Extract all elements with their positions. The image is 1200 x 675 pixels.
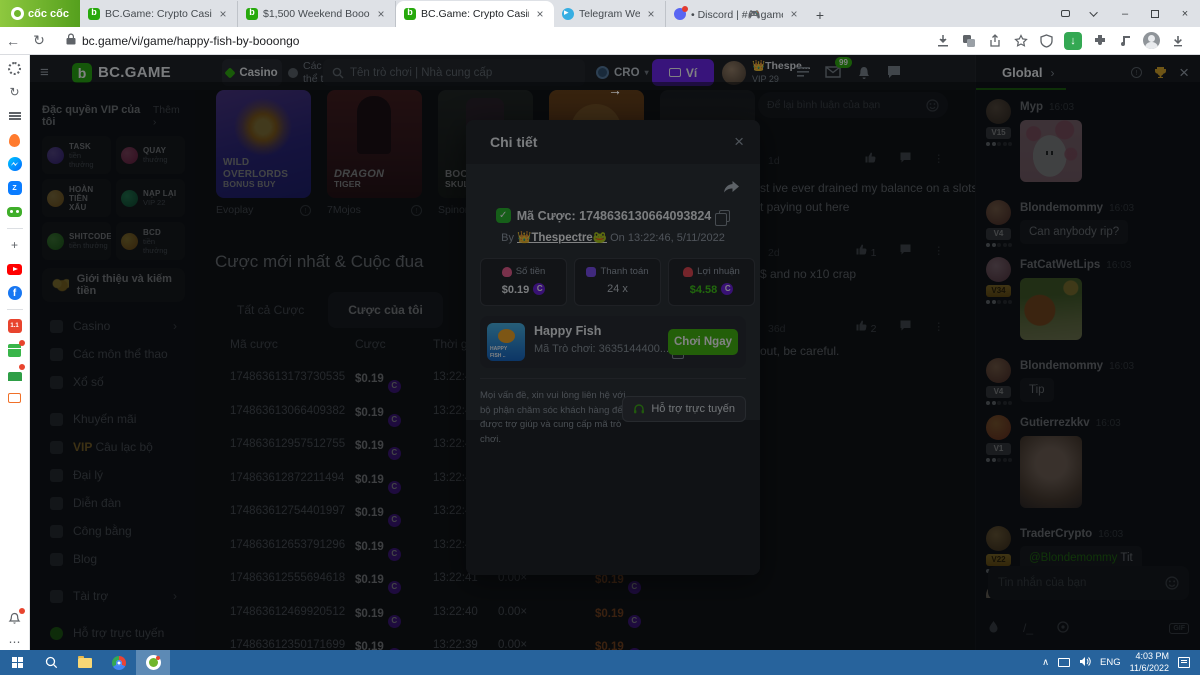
network-icon[interactable] bbox=[1058, 658, 1070, 667]
shield-icon[interactable] bbox=[1038, 32, 1055, 49]
tab-title: BC.Game: Crypto Casino Gan bbox=[105, 8, 212, 20]
tab-close-icon[interactable]: × bbox=[375, 7, 387, 21]
settings-gear-icon[interactable] bbox=[7, 60, 23, 76]
translate-icon[interactable] bbox=[960, 32, 977, 49]
tab-close-icon[interactable]: × bbox=[217, 7, 229, 21]
save-page-icon[interactable] bbox=[934, 32, 951, 49]
language-indicator[interactable]: ENG bbox=[1100, 657, 1121, 668]
bookmark-star-icon[interactable] bbox=[1012, 32, 1029, 49]
gift-app-icon[interactable] bbox=[7, 342, 23, 358]
tab-favicon bbox=[88, 8, 100, 20]
close-button[interactable]: × bbox=[1170, 0, 1200, 27]
tab-close-icon[interactable]: × bbox=[534, 7, 546, 21]
browser-tabs: BC.Game: Crypto Casino Gan × $1,500 Week… bbox=[80, 0, 808, 27]
hot-trend-icon[interactable] bbox=[7, 132, 23, 148]
new-tab-button[interactable]: + bbox=[808, 3, 832, 27]
maximize-button[interactable] bbox=[1140, 0, 1170, 27]
tab-favicon bbox=[404, 8, 416, 20]
coccoc-logo-icon bbox=[11, 7, 24, 20]
tab-favicon bbox=[246, 8, 258, 20]
system-tray: ∧ ENG 4:03 PM 11/6/2022 bbox=[1042, 651, 1200, 674]
back-icon[interactable]: ← bbox=[0, 33, 26, 49]
minimize-button[interactable]: – bbox=[1110, 0, 1140, 27]
sidebar-more-icon[interactable]: ⋯ bbox=[7, 634, 23, 650]
taskbar-search-icon[interactable] bbox=[34, 650, 68, 675]
tab-list-icon[interactable] bbox=[1080, 0, 1110, 27]
forward-icon[interactable]: → bbox=[30, 82, 1200, 675]
start-button[interactable] bbox=[0, 650, 34, 675]
tab-title: • Discord | #🎮games | BC G bbox=[691, 8, 783, 21]
sidebar-divider bbox=[7, 309, 23, 310]
browser-tab[interactable]: BC.Game: Crypto Casino Gan × bbox=[80, 1, 238, 27]
tab-close-icon[interactable]: × bbox=[645, 7, 657, 21]
clock-date: 11/6/2022 bbox=[1130, 663, 1169, 673]
tab-title: BC.Game: Crypto Casino Gan bbox=[421, 8, 529, 20]
windows-taskbar: ∧ ENG 4:03 PM 11/6/2022 bbox=[0, 650, 1200, 675]
extensions-icon[interactable] bbox=[1091, 32, 1108, 49]
tab-title: $1,500 Weekend Booongo M bbox=[263, 8, 370, 20]
coccoc-brand-label: cốc cốc bbox=[28, 8, 69, 20]
cart-app-icon[interactable] bbox=[7, 390, 23, 406]
tab-favicon bbox=[562, 8, 574, 20]
search-tabs-icon[interactable] bbox=[1050, 0, 1080, 27]
browser-tab[interactable]: • Discord | #🎮games | BC G × bbox=[666, 1, 808, 27]
chrome-icon[interactable] bbox=[102, 650, 136, 675]
tab-title: Telegram Web bbox=[579, 8, 640, 20]
history-icon[interactable]: ↻ bbox=[7, 84, 23, 100]
taskbar-clock[interactable]: 4:03 PM 11/6/2022 bbox=[1130, 651, 1169, 674]
tray-expand-icon[interactable]: ∧ bbox=[1042, 657, 1049, 668]
browser-tab[interactable]: Telegram Web × bbox=[554, 1, 666, 27]
tab-close-icon[interactable]: × bbox=[788, 7, 800, 21]
browser-tab[interactable]: BC.Game: Crypto Casino Gan × bbox=[396, 1, 554, 27]
add-shortcut-icon[interactable]: + bbox=[7, 237, 23, 253]
clock-time: 4:03 PM bbox=[1135, 651, 1169, 661]
share-icon[interactable] bbox=[986, 32, 1003, 49]
coccoc-taskbar-icon[interactable] bbox=[136, 650, 170, 675]
sidebar-divider bbox=[7, 228, 23, 229]
browser-sidebar: ↻ Z + f 1.1 ⋯ bbox=[0, 55, 30, 650]
messenger-icon[interactable] bbox=[7, 156, 23, 172]
media-icon[interactable] bbox=[1117, 32, 1134, 49]
file-explorer-icon[interactable] bbox=[68, 650, 102, 675]
lock-icon[interactable] bbox=[66, 32, 76, 50]
address-bar: ← → ↻ bc.game/vi/game/happy-fish-by-booo… bbox=[0, 27, 1200, 55]
youtube-icon[interactable] bbox=[7, 261, 23, 277]
reload-icon[interactable]: ↻ bbox=[26, 32, 52, 49]
tab-favicon bbox=[674, 8, 686, 20]
reading-list-icon[interactable] bbox=[7, 108, 23, 124]
address-bar-icons: ↓ bbox=[934, 32, 1200, 50]
sale-app-icon[interactable]: 1.1 bbox=[7, 318, 23, 334]
zalo-icon[interactable]: Z bbox=[7, 180, 23, 196]
browser-tab[interactable]: $1,500 Weekend Booongo M × bbox=[238, 1, 396, 27]
downloads-icon[interactable] bbox=[1169, 32, 1186, 49]
browser-profile-avatar[interactable] bbox=[1143, 32, 1160, 49]
volume-icon[interactable] bbox=[1079, 654, 1091, 672]
action-center-icon[interactable] bbox=[1178, 657, 1190, 668]
window-controls: – × bbox=[1050, 0, 1200, 27]
games-icon[interactable] bbox=[7, 204, 23, 220]
download-extension-icon[interactable]: ↓ bbox=[1064, 32, 1082, 50]
url-text[interactable]: bc.game/vi/game/happy-fish-by-booongo bbox=[82, 34, 299, 48]
facebook-icon[interactable]: f bbox=[7, 285, 23, 301]
screen: cốc cốc BC.Game: Crypto Casino Gan × $1,… bbox=[0, 0, 1200, 675]
notifications-bell-icon[interactable] bbox=[7, 610, 23, 626]
coccoc-brand[interactable]: cốc cốc bbox=[0, 0, 80, 27]
shop-app-icon[interactable] bbox=[7, 366, 23, 382]
browser-tabbar: cốc cốc BC.Game: Crypto Casino Gan × $1,… bbox=[0, 0, 1200, 27]
